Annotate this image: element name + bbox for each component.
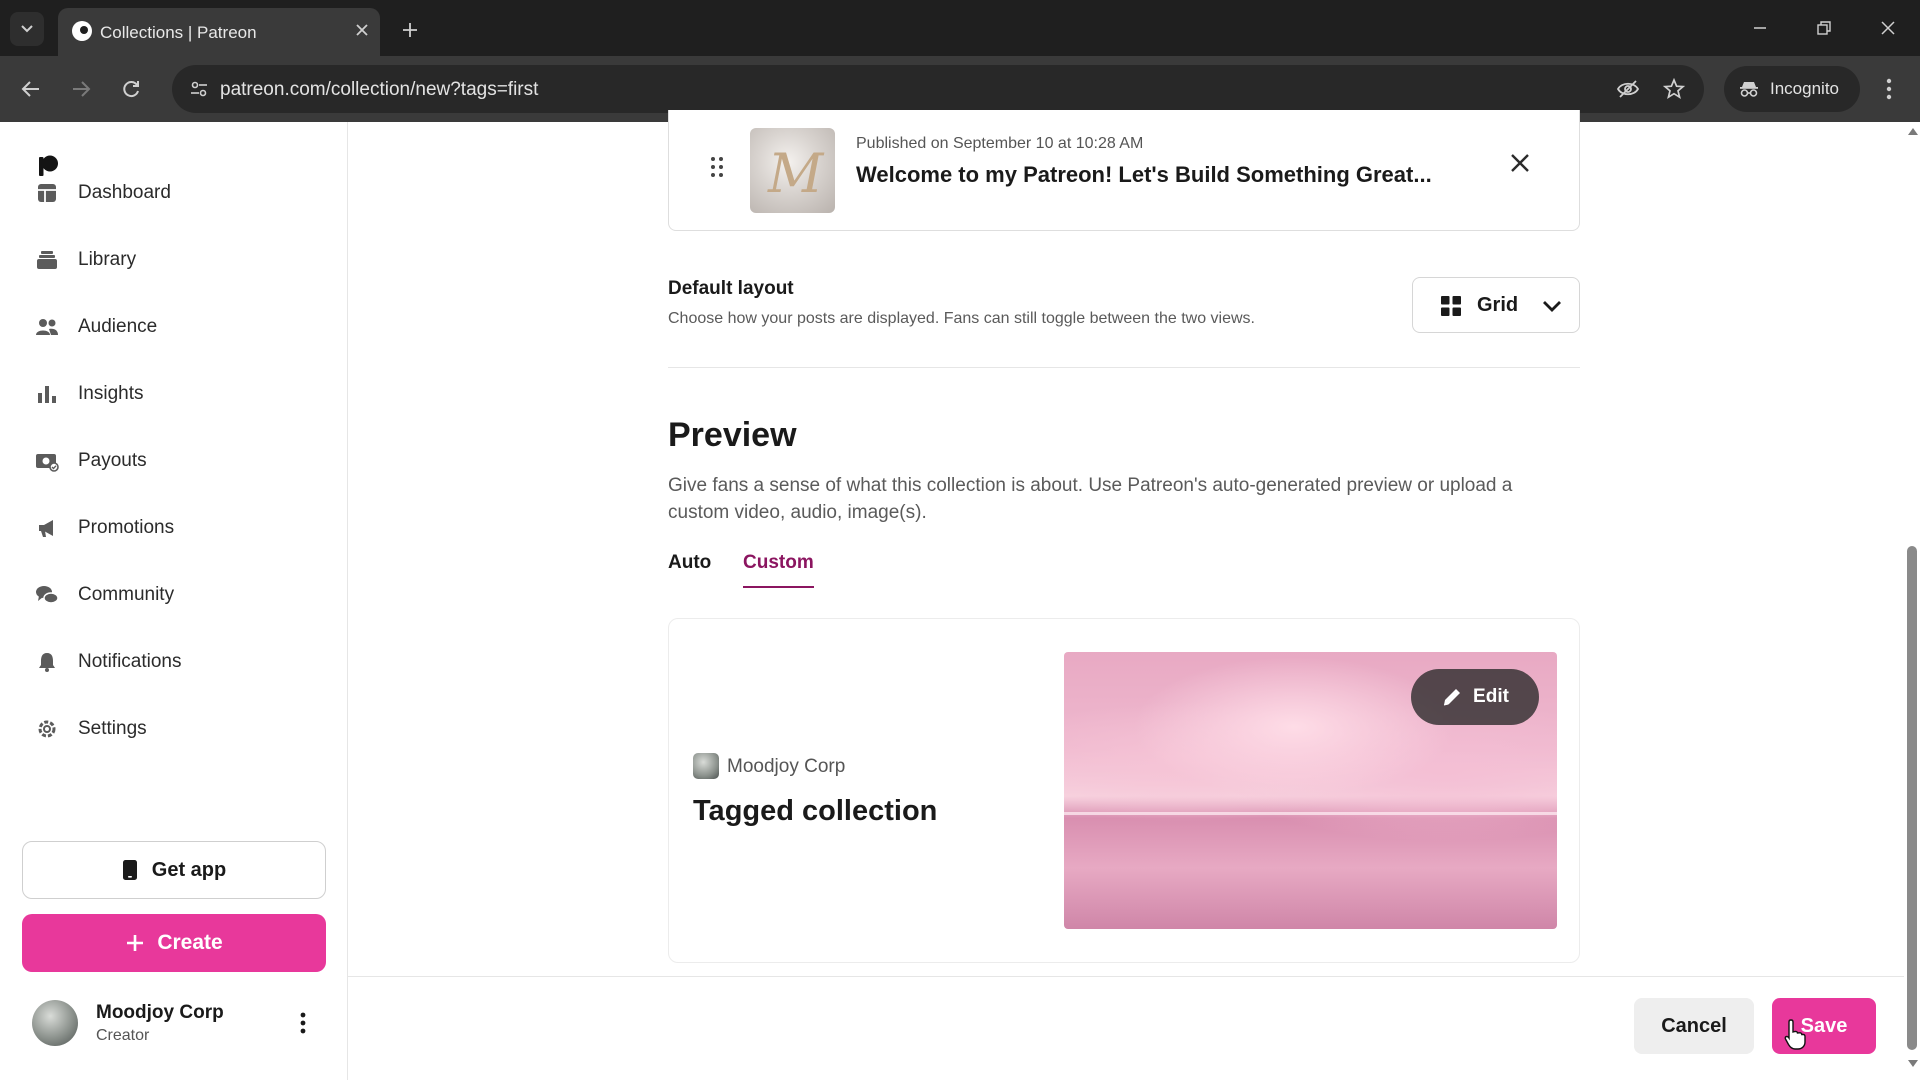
- settings-icon: [22, 704, 72, 754]
- sidebar-item-insights[interactable]: Insights: [22, 369, 326, 419]
- get-app-button[interactable]: Get app: [22, 841, 326, 899]
- payouts-icon: [22, 436, 72, 486]
- sidebar-item-notifications[interactable]: Notifications: [22, 637, 326, 687]
- sidebar-item-label: Payouts: [78, 450, 147, 471]
- bookmark-star-icon[interactable]: [1658, 73, 1690, 105]
- drag-handle-icon[interactable]: [709, 156, 725, 178]
- url-text[interactable]: patreon.com/collection/new?tags=first: [220, 79, 538, 101]
- sidebar-item-promotions[interactable]: Promotions: [22, 503, 326, 553]
- footer-divider: [348, 976, 1904, 977]
- layout-selected-value: Grid: [1477, 294, 1519, 316]
- grid-icon: [1441, 296, 1461, 316]
- scroll-thumb[interactable]: [1907, 546, 1917, 1050]
- sidebar-item-label: Audience: [78, 316, 158, 337]
- sidebar-item-label: Dashboard: [78, 182, 171, 203]
- phone-icon: [122, 860, 137, 880]
- tab-close-icon[interactable]: [350, 18, 374, 42]
- community-icon: [22, 570, 72, 620]
- sidebar-item-label: Library: [78, 249, 137, 270]
- plus-icon: [127, 935, 144, 951]
- section-divider: [668, 367, 1580, 368]
- sidebar: Dashboard Library Audience Insights Payo…: [0, 122, 348, 1080]
- dashboard-icon: [22, 168, 72, 218]
- restore-icon[interactable]: [1804, 8, 1844, 48]
- eye-off-icon[interactable]: [1612, 73, 1644, 105]
- tab-title: Collections | Patreon: [100, 23, 257, 42]
- page-scrollbar[interactable]: [1904, 122, 1920, 1080]
- patreon-favicon-icon: [72, 21, 92, 41]
- preview-heading: Preview: [668, 416, 797, 454]
- cancel-button[interactable]: Cancel: [1634, 998, 1754, 1054]
- new-tab-plus-icon[interactable]: [394, 14, 426, 46]
- sidebar-item-dashboard[interactable]: Dashboard: [22, 168, 326, 218]
- audience-icon: [22, 302, 72, 352]
- edit-label: Edit: [1473, 686, 1509, 707]
- chevron-down-icon: [1543, 301, 1561, 312]
- sidebar-item-library[interactable]: Library: [22, 235, 326, 285]
- pencil-icon: [1443, 689, 1461, 706]
- browser-tab-active[interactable]: Collections | Patreon: [58, 8, 380, 56]
- reload-icon[interactable]: [114, 72, 148, 106]
- sidebar-item-label: Insights: [78, 383, 144, 404]
- tab-search-chevron-icon[interactable]: [10, 12, 44, 46]
- post-published-date: Published on September 10 at 10:28 AM: [856, 135, 1144, 152]
- creator-name: Moodjoy Corp: [727, 756, 846, 777]
- more-options-icon[interactable]: [288, 1006, 318, 1040]
- minimize-icon[interactable]: [1740, 8, 1780, 48]
- remove-post-close-icon[interactable]: [1505, 148, 1535, 178]
- site-settings-icon[interactable]: [182, 72, 216, 106]
- edit-image-button[interactable]: Edit: [1411, 669, 1539, 725]
- sidebar-item-label: Notifications: [78, 651, 182, 672]
- default-layout-heading: Default layout: [668, 278, 794, 299]
- tab-custom[interactable]: Custom: [743, 552, 814, 588]
- notifications-icon: [22, 637, 72, 687]
- layout-dropdown[interactable]: Grid: [1412, 277, 1580, 333]
- profile-name: Moodjoy Corp: [96, 1002, 224, 1023]
- library-icon: [22, 235, 72, 285]
- save-label: Save: [1800, 1014, 1848, 1037]
- preview-cover-image: Edit: [1064, 652, 1557, 929]
- sidebar-item-audience[interactable]: Audience: [22, 302, 326, 352]
- hand-cursor-icon: [1784, 1019, 1806, 1050]
- collection-title: Tagged collection: [693, 795, 938, 827]
- scroll-up-arrow-icon[interactable]: [1908, 128, 1918, 135]
- browser-tab-strip: Collections | Patreon: [0, 0, 1920, 56]
- back-arrow-icon[interactable]: [14, 72, 48, 106]
- image-horizon: [1064, 812, 1557, 815]
- sidebar-item-label: Settings: [78, 718, 147, 739]
- sidebar-item-community[interactable]: Community: [22, 570, 326, 620]
- address-bar[interactable]: patreon.com/collection/new?tags=first: [172, 65, 1704, 113]
- post-thumbnail: M: [750, 128, 835, 213]
- post-title[interactable]: Welcome to my Patreon! Let's Build Somet…: [856, 162, 1432, 188]
- sidebar-item-label: Promotions: [78, 517, 175, 538]
- window-close-icon[interactable]: [1868, 8, 1908, 48]
- cancel-label: Cancel: [1661, 1014, 1727, 1037]
- tab-auto[interactable]: Auto: [668, 552, 711, 588]
- promotions-icon: [22, 503, 72, 553]
- sidebar-item-payouts[interactable]: Payouts: [22, 436, 326, 486]
- create-label: Create: [157, 931, 223, 954]
- sidebar-item-settings[interactable]: Settings: [22, 704, 326, 754]
- sidebar-item-label: Community: [78, 584, 175, 605]
- create-button[interactable]: Create: [22, 914, 326, 972]
- incognito-icon: [1740, 82, 1758, 97]
- incognito-badge[interactable]: Incognito: [1724, 66, 1860, 112]
- preview-description: Give fans a sense of what this collectio…: [668, 475, 1513, 523]
- default-layout-description: Choose how your posts are displayed. Fan…: [668, 310, 1255, 327]
- get-app-label: Get app: [151, 858, 227, 881]
- incognito-label: Incognito: [1770, 79, 1839, 98]
- insights-icon: [22, 369, 72, 419]
- scroll-down-arrow-icon[interactable]: [1908, 1060, 1918, 1067]
- forward-arrow-icon[interactable]: [64, 72, 98, 106]
- profile-role: Creator: [96, 1027, 150, 1044]
- creator-avatar: [693, 753, 719, 779]
- browser-menu-icon[interactable]: [1872, 72, 1906, 106]
- collection-post-row: M Published on September 10 at 10:28 AM …: [668, 110, 1580, 231]
- avatar[interactable]: [32, 1000, 78, 1046]
- collection-preview-card: Moodjoy Corp Tagged collection Edit: [668, 618, 1580, 963]
